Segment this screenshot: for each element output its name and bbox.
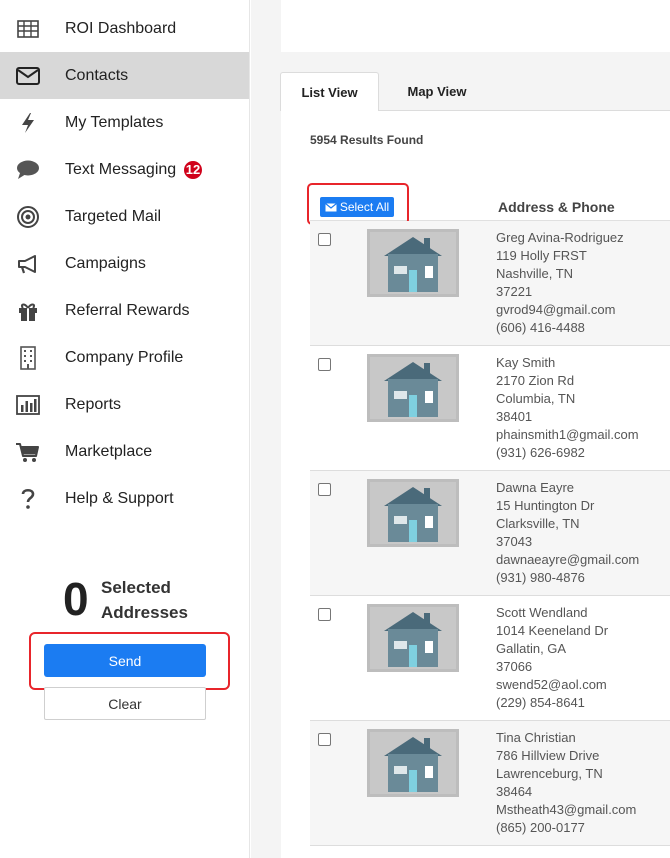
sidebar-item-company-profile[interactable]: Company Profile bbox=[0, 334, 249, 381]
sidebar-item-targeted-mail[interactable]: Targeted Mail bbox=[0, 193, 249, 240]
contact-name: Scott Wendland bbox=[496, 605, 588, 620]
top-panel bbox=[281, 0, 670, 52]
sidebar-item-help-support[interactable]: Help & Support bbox=[0, 475, 249, 522]
house-thumbnail bbox=[367, 354, 459, 422]
shopping-cart-icon bbox=[14, 438, 42, 466]
sidebar-item-label: My Templates bbox=[65, 113, 164, 131]
table-row: Dawna Eayre 15 Huntington Dr Clarksville… bbox=[310, 471, 670, 596]
select-all-button[interactable]: Select All bbox=[320, 197, 394, 217]
contact-email: Mstheath43@gmail.com bbox=[496, 802, 637, 817]
sidebar-item-marketplace[interactable]: Marketplace bbox=[0, 428, 249, 475]
contact-zip: 37221 bbox=[496, 284, 533, 299]
target-icon bbox=[14, 203, 42, 231]
contact-city: Nashville, TN bbox=[496, 266, 574, 281]
results-count: 5954 Results Found bbox=[310, 133, 424, 147]
contact-email: dawnaeayre@gmail.com bbox=[496, 552, 640, 567]
house-thumbnail bbox=[367, 729, 459, 797]
contact-phone: (606) 416-4488 bbox=[496, 320, 585, 335]
contact-city: Columbia, TN bbox=[496, 391, 576, 406]
contact-name: Tina Christian bbox=[496, 730, 576, 745]
select-all-label: Select All bbox=[339, 200, 390, 214]
column-header-address-phone: Address & Phone bbox=[498, 199, 615, 215]
row-checkbox[interactable] bbox=[318, 608, 331, 621]
sidebar-item-label: Targeted Mail bbox=[65, 207, 162, 225]
sidebar-item-label: Campaigns bbox=[65, 254, 146, 272]
contact-street: 2170 Zion Rd bbox=[496, 373, 575, 388]
selected-count: 0 bbox=[63, 573, 89, 625]
contact-street: 15 Huntington Dr bbox=[496, 498, 595, 513]
row-checkbox[interactable] bbox=[318, 733, 331, 746]
grid-table-icon bbox=[14, 15, 42, 43]
sidebar-item-campaigns[interactable]: Campaigns bbox=[0, 240, 249, 287]
sidebar-item-label: ROI Dashboard bbox=[65, 19, 177, 37]
tab-map-view[interactable]: Map View bbox=[388, 72, 486, 111]
contact-phone: (931) 626-6982 bbox=[496, 445, 585, 460]
house-thumbnail bbox=[367, 604, 459, 672]
address-block: Dawna Eayre 15 Huntington Dr Clarksville… bbox=[496, 479, 639, 587]
question-mark-icon bbox=[14, 485, 42, 513]
sidebar-item-label: Company Profile bbox=[65, 348, 184, 366]
sidebar-item-label: Text Messaging bbox=[65, 160, 177, 178]
house-thumbnail bbox=[367, 229, 459, 297]
sidebar-item-my-templates[interactable]: My Templates bbox=[0, 99, 249, 146]
contact-phone: (931) 980-4876 bbox=[496, 570, 585, 585]
contact-city: Gallatin, GA bbox=[496, 641, 567, 656]
address-block: Greg Avina-Rodriguez 119 Holly FRST Nash… bbox=[496, 229, 624, 337]
sidebar-item-reports[interactable]: Reports bbox=[0, 381, 249, 428]
row-checkbox[interactable] bbox=[318, 483, 331, 496]
contact-name: Dawna Eayre bbox=[496, 480, 575, 495]
contact-street: 119 Holly FRST bbox=[496, 248, 587, 263]
sidebar-item-label: Help & Support bbox=[65, 489, 174, 507]
contact-email: swend52@aol.com bbox=[496, 677, 607, 692]
sidebar-item-contacts[interactable]: Contacts bbox=[0, 52, 249, 99]
envelope-icon bbox=[324, 202, 337, 211]
tab-list-view[interactable]: List View bbox=[280, 72, 379, 111]
sidebar-item-roi-dashboard[interactable]: ROI Dashboard bbox=[0, 5, 249, 52]
contact-name: Kay Smith bbox=[496, 355, 556, 370]
sidebar-item-label: Marketplace bbox=[65, 442, 153, 460]
contact-name: Greg Avina-Rodriguez bbox=[496, 230, 624, 245]
house-thumbnail bbox=[367, 479, 459, 547]
sidebar-item-label: Reports bbox=[65, 395, 122, 413]
sidebar-item-referral-rewards[interactable]: Referral Rewards bbox=[0, 287, 249, 334]
contact-zip: 37043 bbox=[496, 534, 533, 549]
contact-phone: (865) 200-0177 bbox=[496, 820, 585, 835]
contact-street: 1014 Keeneland Dr bbox=[496, 623, 609, 638]
row-checkbox[interactable] bbox=[318, 358, 331, 371]
notification-badge: 12 bbox=[184, 160, 202, 179]
gift-icon bbox=[14, 297, 42, 325]
sidebar-item-text-messaging[interactable]: Text Messaging 12 bbox=[0, 146, 249, 193]
table-row: Scott Wendland 1014 Keeneland Dr Gallati… bbox=[310, 596, 670, 721]
megaphone-icon bbox=[14, 250, 42, 278]
contact-email: gvrod94@gmail.com bbox=[496, 302, 616, 317]
address-block: Tina Christian 786 Hillview Drive Lawren… bbox=[496, 729, 636, 837]
contact-zip: 37066 bbox=[496, 659, 533, 674]
contact-zip: 38464 bbox=[496, 784, 533, 799]
selected-label: Selected Addresses bbox=[101, 578, 188, 622]
address-block: Kay Smith 2170 Zion Rd Columbia, TN 3840… bbox=[496, 354, 639, 462]
contact-city: Clarksville, TN bbox=[496, 516, 580, 531]
lightning-bolt-icon bbox=[14, 109, 42, 137]
contact-phone: (229) 854-8641 bbox=[496, 695, 585, 710]
sidebar: ROI Dashboard Contacts My Templates Text… bbox=[0, 0, 250, 858]
envelope-icon bbox=[14, 62, 42, 90]
send-button[interactable]: Send bbox=[44, 644, 206, 677]
chat-bubble-icon bbox=[14, 156, 42, 184]
address-block: Scott Wendland 1014 Keeneland Dr Gallati… bbox=[496, 604, 608, 712]
contact-email: phainsmith1@gmail.com bbox=[496, 427, 639, 442]
building-icon bbox=[14, 344, 42, 372]
sidebar-item-label: Contacts bbox=[65, 66, 129, 84]
bar-chart-icon bbox=[14, 391, 42, 419]
clear-button[interactable]: Clear bbox=[44, 687, 206, 720]
row-checkbox[interactable] bbox=[318, 233, 331, 246]
contact-street: 786 Hillview Drive bbox=[496, 748, 600, 763]
contact-city: Lawrenceburg, TN bbox=[496, 766, 603, 781]
contact-zip: 38401 bbox=[496, 409, 533, 424]
table-row: Greg Avina-Rodriguez 119 Holly FRST Nash… bbox=[310, 221, 670, 346]
sidebar-item-label: Referral Rewards bbox=[65, 301, 190, 319]
table-row: Tina Christian 786 Hillview Drive Lawren… bbox=[310, 721, 670, 846]
table-row: Kay Smith 2170 Zion Rd Columbia, TN 3840… bbox=[310, 346, 670, 471]
